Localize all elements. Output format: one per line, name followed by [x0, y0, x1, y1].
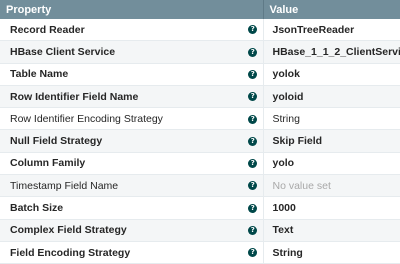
- help-icon[interactable]: ?: [248, 159, 258, 169]
- table-row[interactable]: Field Encoding Strategy ? String: [0, 241, 400, 264]
- property-value[interactable]: yolok: [262, 63, 400, 86]
- help-icon[interactable]: ?: [248, 25, 258, 35]
- property-value[interactable]: Skip Field: [262, 129, 400, 153]
- property-name: Row Identifier Field Name: [0, 85, 243, 109]
- table-row[interactable]: Batch Size ? 1000: [0, 196, 400, 220]
- property-value[interactable]: String: [262, 107, 400, 131]
- property-name: Field Encoding Strategy: [0, 241, 243, 264]
- property-name: HBase Client Service: [0, 40, 243, 64]
- property-name: Batch Size: [0, 196, 243, 220]
- help-icon[interactable]: ?: [248, 226, 258, 236]
- property-name: Complex Field Strategy: [0, 219, 243, 242]
- property-name: Null Field Strategy: [0, 129, 243, 153]
- property-value[interactable]: Text: [262, 219, 400, 242]
- property-name: Column Family: [0, 152, 243, 176]
- help-icon[interactable]: ?: [248, 248, 258, 258]
- property-name: Table Name: [0, 63, 243, 86]
- property-name: Timestamp Field Name: [0, 174, 243, 198]
- property-value-empty[interactable]: No value set: [262, 174, 400, 198]
- help-icon[interactable]: ?: [248, 92, 258, 102]
- table-row[interactable]: Row Identifier Field Name ? yoloid: [0, 85, 400, 109]
- value-column-header[interactable]: Value: [263, 0, 400, 19]
- help-icon[interactable]: ?: [248, 136, 258, 146]
- property-name: Record Reader: [0, 19, 243, 42]
- property-value[interactable]: yolo: [262, 152, 400, 176]
- property-name: Row Identifier Encoding Strategy: [0, 107, 243, 131]
- table-row[interactable]: Timestamp Field Name ? No value set: [0, 174, 400, 198]
- properties-table: Property Value Record Reader ? JsonTreeR…: [0, 0, 400, 264]
- table-row[interactable]: Row Identifier Encoding Strategy ? Strin…: [0, 107, 400, 131]
- property-value[interactable]: 1000: [262, 196, 400, 220]
- help-icon[interactable]: ?: [248, 203, 258, 213]
- help-icon[interactable]: ?: [248, 181, 258, 191]
- table-row[interactable]: HBase Client Service ? HBase_1_1_2_Clien…: [0, 40, 400, 64]
- table-header-row: Property Value: [0, 0, 400, 19]
- table-row[interactable]: Null Field Strategy ? Skip Field: [0, 129, 400, 153]
- help-icon[interactable]: ?: [248, 69, 258, 79]
- help-icon[interactable]: ?: [248, 114, 258, 124]
- property-value[interactable]: String: [262, 241, 400, 264]
- help-icon[interactable]: ?: [248, 47, 258, 57]
- table-row[interactable]: Complex Field Strategy ? Text: [0, 219, 400, 242]
- table-row[interactable]: Column Family ? yolo: [0, 152, 400, 176]
- property-value[interactable]: HBase_1_1_2_ClientService: [262, 40, 400, 64]
- table-row[interactable]: Record Reader ? JsonTreeReader: [0, 19, 400, 42]
- table-row[interactable]: Table Name ? yolok: [0, 63, 400, 86]
- property-value[interactable]: JsonTreeReader: [262, 19, 400, 42]
- property-column-header[interactable]: Property: [0, 0, 264, 19]
- property-value[interactable]: yoloid: [262, 85, 400, 109]
